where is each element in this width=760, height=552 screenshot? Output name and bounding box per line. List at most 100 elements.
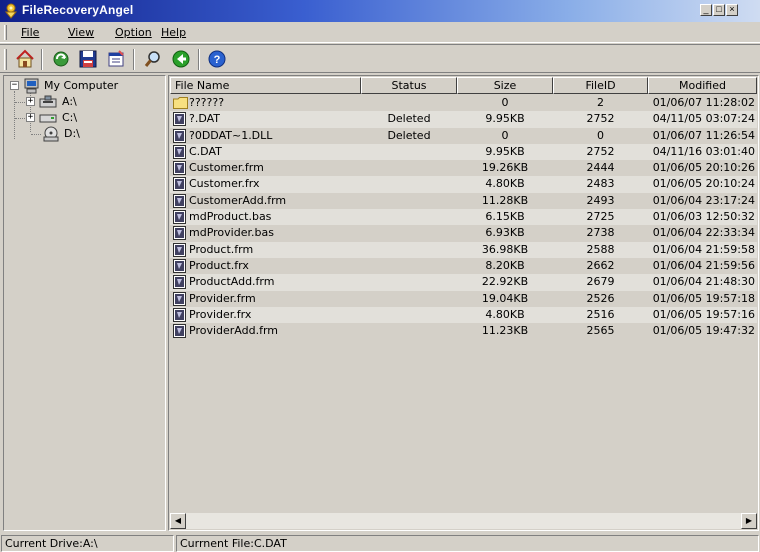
- toolbar-separator: [198, 49, 200, 70]
- close-button[interactable]: ×: [726, 4, 738, 16]
- back-button[interactable]: [170, 48, 192, 70]
- column-header-modified[interactable]: Modified: [648, 77, 757, 94]
- tree-connector: [15, 118, 25, 119]
- window-controls: _ □ ×: [699, 4, 738, 16]
- table-row[interactable]: ProductAdd.frm 22.92KB 2679 01/06/04 21:48:…: [170, 274, 757, 291]
- scroll-right-button[interactable]: ▶: [741, 513, 757, 529]
- collapse-toggle[interactable]: −: [10, 81, 19, 90]
- maximize-button[interactable]: □: [713, 4, 725, 16]
- expand-toggle[interactable]: +: [26, 97, 35, 106]
- table-row[interactable]: ?.DAT Deleted 9.95KB 2752 04/11/05 03:07:24: [170, 111, 757, 128]
- file-name: mdProvider.bas: [189, 226, 274, 240]
- minimize-button[interactable]: _: [700, 4, 712, 16]
- search-button[interactable]: [142, 48, 164, 70]
- size-cell: 4.80KB: [485, 307, 525, 321]
- table-row[interactable]: mdProvider.bas 6.93KB 2738 01/06/04 22:33:3…: [170, 225, 757, 241]
- computer-icon: [24, 78, 39, 94]
- file-icon: [173, 307, 186, 322]
- scroll-left-button[interactable]: ◀: [170, 513, 186, 529]
- size-cell: 8.20KB: [485, 258, 525, 272]
- size-cell: 0: [501, 128, 509, 142]
- file-name-cell: ?.DAT: [170, 111, 361, 127]
- status-cell: [361, 274, 457, 290]
- file-name-cell: mdProduct.bas: [170, 209, 361, 225]
- menu-file[interactable]: File: [21, 26, 39, 39]
- file-name: ?0DDAT~1.DLL: [189, 128, 273, 142]
- tree-item-label: C:\: [62, 111, 78, 124]
- tree-item-my-computer[interactable]: − My Computer: [6, 78, 161, 94]
- file-name-cell: Provider.frm: [170, 291, 361, 307]
- table-row[interactable]: ProviderAdd.frm 11.23KB 2565 01/06/05 19:47…: [170, 323, 757, 339]
- drive-tree[interactable]: − My Computer + A:\ + C:\ D:\: [3, 75, 166, 531]
- file-icon: [173, 242, 186, 257]
- file-icon: [173, 291, 186, 306]
- size-cell: 11.28KB: [481, 193, 529, 207]
- file-name: Customer.frx: [189, 177, 260, 191]
- tree-item-drive-d[interactable]: D:\: [6, 126, 161, 142]
- horizontal-scrollbar[interactable]: ◀ ▶: [170, 513, 757, 529]
- table-row[interactable]: CustomerAdd.frm 11.28KB 2493 01/06/04 23:17…: [170, 193, 757, 209]
- table-row[interactable]: Provider.frm 19.04KB 2526 01/06/05 19:57:18: [170, 291, 757, 307]
- title-bar[interactable]: FileRecoveryAngel _ □ ×: [0, 0, 760, 22]
- size-cell: 11.23KB: [481, 324, 529, 338]
- file-list[interactable]: File Name Status Size FileID Modified ??…: [168, 75, 759, 531]
- size-cell: 9.95KB: [485, 144, 525, 158]
- table-row[interactable]: Customer.frm 19.26KB 2444 01/06/05 20:10:26: [170, 160, 757, 176]
- fileid-cell: 2493: [586, 193, 615, 207]
- properties-button[interactable]: [105, 48, 127, 70]
- status-cell: Deleted: [387, 112, 431, 126]
- file-name: mdProduct.bas: [189, 210, 272, 224]
- modified-cell: 01/06/04 22:33:34: [652, 226, 755, 240]
- toolbar-grip[interactable]: [4, 49, 7, 70]
- cd-drive-icon: [43, 126, 59, 142]
- size-cell: 4.80KB: [485, 177, 525, 191]
- modified-cell: 01/06/04 21:59:58: [652, 242, 755, 256]
- file-name: Customer.frm: [189, 161, 264, 175]
- table-row[interactable]: Customer.frx 4.80KB 2483 01/06/05 20:10:24: [170, 176, 757, 193]
- green-back-arrow-icon: [172, 50, 190, 68]
- help-button[interactable]: ?: [206, 48, 228, 70]
- scroll-right-icon: ▶: [745, 516, 753, 525]
- table-row[interactable]: Product.frx 8.20KB 2662 01/06/04 21:59:56: [170, 258, 757, 274]
- tree-item-drive-a[interactable]: + A:\: [6, 94, 161, 110]
- file-name-cell: ??????: [170, 95, 361, 111]
- file-name-cell: Customer.frm: [170, 160, 361, 176]
- status-cell: Deleted: [387, 128, 431, 142]
- file-name: Product.frx: [189, 258, 249, 272]
- menu-grip[interactable]: [4, 25, 7, 40]
- column-header-fileid[interactable]: FileID: [553, 77, 648, 94]
- refresh-button[interactable]: [50, 48, 72, 70]
- status-cell: [361, 242, 457, 258]
- modified-cell: 01/06/07 11:28:02: [652, 96, 755, 109]
- file-name-cell: Provider.frx: [170, 307, 361, 323]
- expand-toggle[interactable]: +: [26, 113, 35, 122]
- status-current-file: Currnent File:C.DAT: [176, 535, 759, 552]
- status-cell: [361, 193, 457, 209]
- modified-cell: 01/06/05 19:57:18: [652, 291, 755, 305]
- status-cell: [361, 176, 457, 192]
- table-row[interactable]: ?????? 0 2 01/06/07 11:28:02: [170, 95, 757, 111]
- save-button[interactable]: [77, 48, 99, 70]
- menu-option[interactable]: Option: [115, 26, 152, 39]
- status-cell: [361, 160, 457, 176]
- fileid-cell: 2516: [586, 307, 615, 321]
- file-name-cell: ProductAdd.frm: [170, 274, 361, 290]
- menu-help[interactable]: Help: [161, 26, 186, 39]
- table-row[interactable]: C.DAT 9.95KB 2752 04/11/16 03:01:40: [170, 143, 757, 161]
- modified-cell: 01/06/07 11:26:54: [652, 128, 755, 142]
- toolbar: ?: [0, 44, 760, 73]
- file-icon: [173, 112, 186, 127]
- tree-item-drive-c[interactable]: + C:\: [6, 110, 161, 126]
- column-header-file-name[interactable]: File Name: [170, 77, 361, 94]
- table-row[interactable]: Product.frm 36.98KB 2588 01/06/04 21:59:58: [170, 241, 757, 258]
- size-cell: 19.26KB: [481, 161, 529, 175]
- file-icon: [173, 128, 186, 143]
- file-icon: [173, 161, 186, 176]
- menu-view[interactable]: View: [68, 26, 94, 39]
- home-button[interactable]: [14, 48, 36, 70]
- column-header-status[interactable]: Status: [361, 77, 457, 94]
- table-row[interactable]: mdProduct.bas 6.15KB 2725 01/06/03 12:50:32: [170, 209, 757, 226]
- column-header-size[interactable]: Size: [457, 77, 553, 94]
- table-row[interactable]: Provider.frx 4.80KB 2516 01/06/05 19:57:16: [170, 306, 757, 324]
- table-row[interactable]: ?0DDAT~1.DLL Deleted 0 0 01/06/07 11:26:54: [170, 128, 757, 144]
